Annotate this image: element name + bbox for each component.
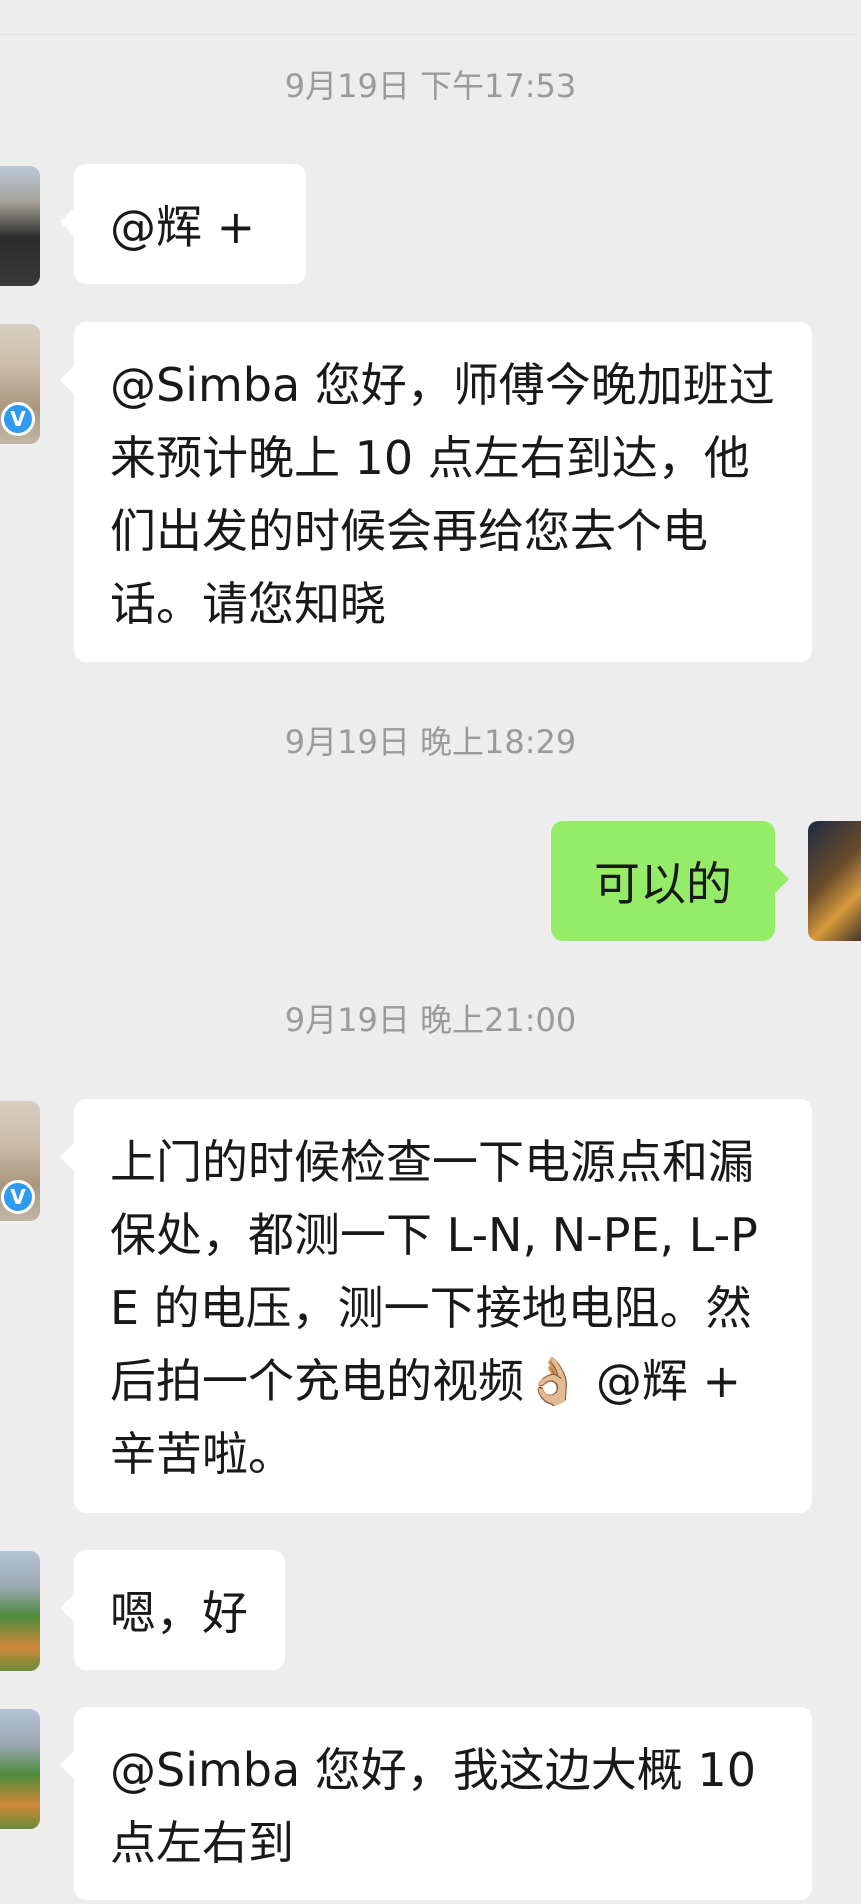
avatar[interactable] xyxy=(0,166,40,286)
verified-badge-icon: V xyxy=(1,402,35,436)
message-bubble[interactable]: 可以的 xyxy=(551,821,789,941)
avatar[interactable] xyxy=(0,1551,40,1671)
message-bubble[interactable]: 嗯，好 xyxy=(60,1550,285,1670)
timestamp: 9月19日 下午17:53 xyxy=(284,67,577,105)
avatar[interactable] xyxy=(808,821,861,941)
timestamp: 9月19日 晚上21:00 xyxy=(284,1001,577,1039)
message-bubble[interactable]: @Simba 您好，我这边大概 10 点左右到 xyxy=(60,1707,812,1900)
message-bubble[interactable]: @辉 + xyxy=(60,164,306,284)
message-bubble[interactable]: @Simba 您好，师傅今晚加班过来预计晚上 10 点左右到达，他们出发的时候会… xyxy=(60,322,812,662)
verified-badge-icon: V xyxy=(1,1180,35,1214)
timestamp: 9月19日 晚上18:29 xyxy=(284,723,577,761)
top-divider xyxy=(0,34,861,35)
message-bubble[interactable]: 上门的时候检查一下电源点和漏保处，都测一下 L-N, N-PE, L-PE 的电… xyxy=(60,1099,812,1513)
avatar[interactable] xyxy=(0,1709,40,1829)
